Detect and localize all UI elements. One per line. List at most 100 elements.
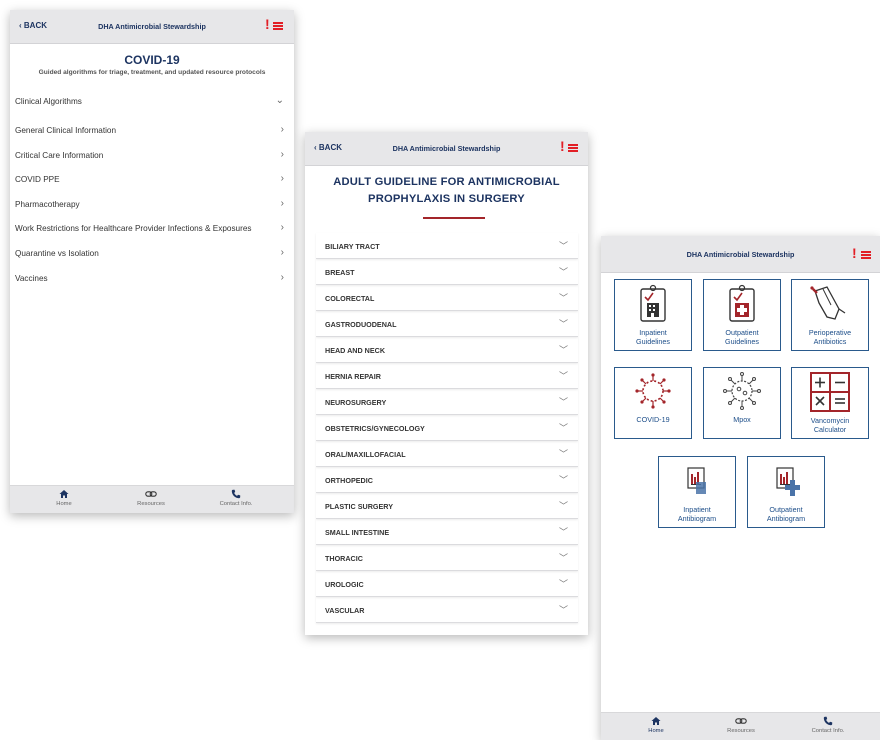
accordion-hernia-repair[interactable]: HERNIA REPAIR ﹀ xyxy=(316,363,578,389)
tile-label: Perioperative Antibiotics xyxy=(792,328,868,346)
accordion-head-and-neck[interactable]: HEAD AND NECK ﹀ xyxy=(316,337,578,363)
calculator-icon xyxy=(792,371,868,413)
accordion-breast[interactable]: BREAST ﹀ xyxy=(316,259,578,285)
menu-item-label: Pharmacotherapy xyxy=(15,200,80,209)
chevron-right-icon: › xyxy=(280,173,284,184)
alert-icon[interactable]: ! xyxy=(560,138,565,154)
chevron-down-icon: ﹀ xyxy=(558,397,568,407)
accordion-oral-maxillofacial[interactable]: ORAL/MAXILLOFACIAL ﹀ xyxy=(316,441,578,467)
nav-contact-info[interactable]: Contact Info. xyxy=(798,716,858,734)
outpatient-antibiogram-icon xyxy=(748,460,824,502)
accordion-label: SMALL INTESTINE xyxy=(325,528,390,537)
home-screen: DHA Antimicrobial Stewardship ! Inpatien… xyxy=(601,236,880,740)
menu-item-label: COVID PPE xyxy=(15,175,60,184)
tile-label-line-2: Guidelines xyxy=(725,336,759,346)
nav-home[interactable]: Home xyxy=(626,716,686,734)
nav-contact-info[interactable]: Contact Info. xyxy=(206,489,266,507)
hamburger-menu-icon[interactable] xyxy=(861,251,871,259)
tile-perioperative-antibiotics[interactable]: Perioperative Antibiotics xyxy=(791,279,869,351)
chevron-right-icon: › xyxy=(280,222,284,233)
menu-item-quarantine-vs-isolation[interactable]: Quarantine vs Isolation › xyxy=(15,242,284,266)
menu-item-label: Work Restrictions for Healthcare Provide… xyxy=(15,224,252,233)
accordion-colorectal[interactable]: COLORECTAL ﹀ xyxy=(316,285,578,311)
tile-inpatient-guidelines[interactable]: Inpatient Guidelines xyxy=(614,279,692,351)
tile-label-line-2: Antibiogram xyxy=(677,513,717,523)
title-underline xyxy=(423,217,485,219)
menu-item-label: General Clinical Information xyxy=(15,126,117,135)
accordion-obstetrics-gynecology[interactable]: OBSTETRICS/GYNECOLOGY ﹀ xyxy=(316,415,578,441)
link-icon xyxy=(121,489,181,501)
tile-covid-19[interactable]: COVID-19 xyxy=(614,367,692,439)
chevron-down-icon: ﹀ xyxy=(558,293,568,303)
accordion-label: OBSTETRICS/GYNECOLOGY xyxy=(325,424,425,433)
menu-item-label: Critical Care Information xyxy=(15,151,104,160)
tile-label: Outpatient Guidelines xyxy=(704,328,780,346)
chevron-down-icon: ﹀ xyxy=(558,371,568,381)
accordion-label: THORACIC xyxy=(325,554,363,563)
chevron-down-icon: ﹀ xyxy=(558,605,568,615)
tile-mpox[interactable]: Mpox xyxy=(703,367,781,439)
virus-icon xyxy=(704,371,780,413)
alert-icon[interactable]: ! xyxy=(265,16,270,32)
nav-label: Home xyxy=(56,501,72,507)
app-header: ‹ BACK DHA Antimicrobial Stewardship ! xyxy=(305,132,588,166)
accordion-orthopedic[interactable]: ORTHOPEDIC ﹀ xyxy=(316,467,578,493)
chevron-down-icon: ﹀ xyxy=(558,501,568,511)
tile-label-line-2: Antibiogram xyxy=(766,513,806,523)
tile-inpatient-antibiogram[interactable]: Inpatient Antibiogram xyxy=(658,456,736,528)
chevron-down-icon: ﹀ xyxy=(558,345,568,355)
alert-icon[interactable]: ! xyxy=(852,245,857,261)
bottom-nav: Home Resources Contact Info. xyxy=(10,485,294,513)
tile-label-line-1: Mpox xyxy=(733,414,751,424)
accordion-biliary-tract[interactable]: BILIARY TRACT ﹀ xyxy=(316,233,578,259)
tile-outpatient-antibiogram[interactable]: Outpatient Antibiogram xyxy=(747,456,825,528)
tile-label-line-1: COVID-19 xyxy=(636,414,670,424)
menu-item-pharmacotherapy[interactable]: Pharmacotherapy › xyxy=(15,193,284,217)
menu-item-critical-care-information[interactable]: Critical Care Information › xyxy=(15,144,284,168)
menu-item-clinical-algorithms[interactable]: Clinical Algorithms ⌄ xyxy=(15,90,284,114)
accordion-label: ORTHOPEDIC xyxy=(325,476,373,485)
app-title: DHA Antimicrobial Stewardship xyxy=(686,250,795,259)
menu-item-label: Vaccines xyxy=(15,274,48,283)
accordion-urologic[interactable]: UROLOGIC ﹀ xyxy=(316,571,578,597)
accordion-label: HEAD AND NECK xyxy=(325,346,386,355)
tile-outpatient-guidelines[interactable]: Outpatient Guidelines xyxy=(703,279,781,351)
accordion-neurosurgery[interactable]: NEUROSURGERY ﹀ xyxy=(316,389,578,415)
chevron-down-icon: ﹀ xyxy=(558,319,568,329)
tile-vancomycin-calculator[interactable]: Vancomycin Calculator xyxy=(791,367,869,439)
tile-label: Outpatient Antibiogram xyxy=(748,505,824,523)
chevron-right-icon: › xyxy=(280,149,284,160)
page-title: ADULT GUIDELINE FOR ANTIMICROBIAL PROPHY… xyxy=(315,174,578,208)
outpatient-clipboard-icon xyxy=(704,283,780,325)
accordion-gastroduodenal[interactable]: GASTRODUODENAL ﹀ xyxy=(316,311,578,337)
nav-label: Contact Info. xyxy=(811,728,845,734)
menu-item-vaccines[interactable]: Vaccines › xyxy=(15,267,284,291)
nav-resources[interactable]: Resources xyxy=(711,716,771,734)
link-icon xyxy=(711,716,771,728)
hamburger-menu-icon[interactable] xyxy=(568,144,578,152)
chevron-down-icon: ﹀ xyxy=(558,241,568,251)
menu-item-work-restrictions[interactable]: Work Restrictions for Healthcare Provide… xyxy=(15,217,284,241)
chevron-down-icon: ﹀ xyxy=(558,267,568,277)
nav-label: Home xyxy=(648,728,664,734)
tile-label-line-2: Calculator xyxy=(813,424,847,434)
chevron-down-icon: ﹀ xyxy=(558,527,568,537)
accordion-small-intestine[interactable]: SMALL INTESTINE ﹀ xyxy=(316,519,578,545)
accordion-thoracic[interactable]: THORACIC ﹀ xyxy=(316,545,578,571)
page-subtitle: Guided algorithms for triage, treatment,… xyxy=(38,69,266,76)
accordion-label: ORAL/MAXILLOFACIAL xyxy=(325,450,406,459)
hamburger-menu-icon[interactable] xyxy=(273,22,283,30)
menu-item-general-clinical-information[interactable]: General Clinical Information › xyxy=(15,119,284,143)
nav-label: Contact Info. xyxy=(219,501,253,507)
chevron-right-icon: › xyxy=(280,124,284,135)
accordion-label: GASTRODUODENAL xyxy=(325,320,397,329)
nav-home[interactable]: Home xyxy=(34,489,94,507)
accordion-vascular[interactable]: VASCULAR ﹀ xyxy=(316,597,578,623)
nav-resources[interactable]: Resources xyxy=(121,489,181,507)
menu-item-label: Clinical Algorithms xyxy=(15,97,82,106)
menu-item-covid-ppe[interactable]: COVID PPE › xyxy=(15,168,284,192)
chevron-down-icon: ﹀ xyxy=(558,579,568,589)
accordion-plastic-surgery[interactable]: PLASTIC SURGERY ﹀ xyxy=(316,493,578,519)
chevron-right-icon: › xyxy=(280,198,284,209)
accordion-label: HERNIA REPAIR xyxy=(325,372,381,381)
